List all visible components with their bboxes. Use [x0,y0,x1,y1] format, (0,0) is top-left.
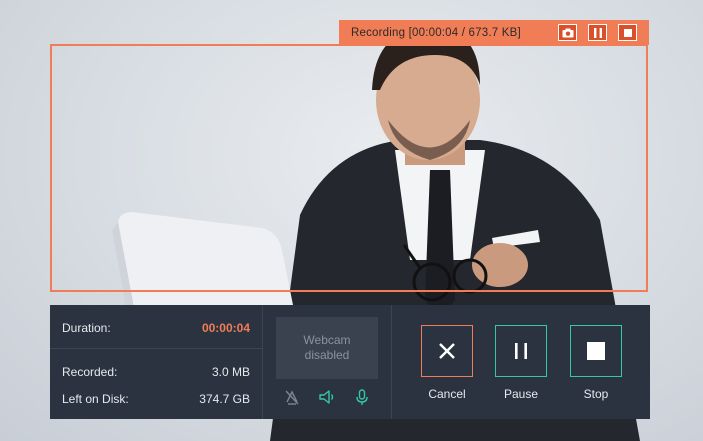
stop-button[interactable] [570,325,622,377]
recorded-row: Recorded: 3.0 MB [62,365,250,379]
recorded-value: 3.0 MB [211,365,250,379]
pause-icon [515,343,527,359]
disk-label: Left on Disk: [62,392,129,406]
webcam-off-icon [285,390,299,405]
stop-label: Stop [583,387,609,401]
recording-controls: Cancel Pause Stop [392,305,650,419]
toolbar-stop-button[interactable] [618,24,637,41]
stats-section: Duration: 00:00:04 Recorded: 3.0 MB Left… [50,305,263,419]
webcam-section: Webcam disabled [263,305,392,419]
control-panel: Duration: 00:00:04 Recorded: 3.0 MB Left… [50,305,650,419]
microphone-icon [355,389,368,405]
divider [50,348,262,349]
webcam-toggle-button[interactable] [282,387,302,407]
speaker-icon [319,390,334,404]
disk-value: 374.7 GB [199,392,250,406]
system-audio-button[interactable] [317,387,337,407]
webcam-status-line1: Webcam [303,333,351,347]
pause-label: Pause [503,387,539,401]
cancel-button[interactable] [421,325,473,377]
duration-row: Duration: 00:00:04 [62,321,250,335]
recording-region[interactable] [50,44,648,292]
webcam-preview[interactable]: Webcam disabled [276,317,378,379]
close-icon [439,343,455,359]
screenshot-button[interactable] [558,24,577,41]
cancel-control: Cancel [420,325,474,401]
camera-icon [562,28,573,37]
toolbar-pause-button[interactable] [588,24,607,41]
cancel-label: Cancel [428,387,466,401]
disk-row: Left on Disk: 374.7 GB [62,392,250,406]
pause-control: Pause [494,325,548,401]
microphone-button[interactable] [352,387,372,407]
duration-label: Duration: [62,321,111,335]
stop-icon [623,28,632,37]
pause-icon [593,27,602,38]
stop-icon [587,342,605,360]
recording-toolbar: Recording [00:00:04 / 673.7 KB] [339,20,649,45]
recording-status: Recording [00:00:04 / 673.7 KB] [351,26,521,39]
duration-value: 00:00:04 [201,321,250,335]
stop-control: Stop [569,325,623,401]
pause-button[interactable] [495,325,547,377]
recorded-label: Recorded: [62,365,118,379]
webcam-status-line2: disabled [304,348,350,362]
